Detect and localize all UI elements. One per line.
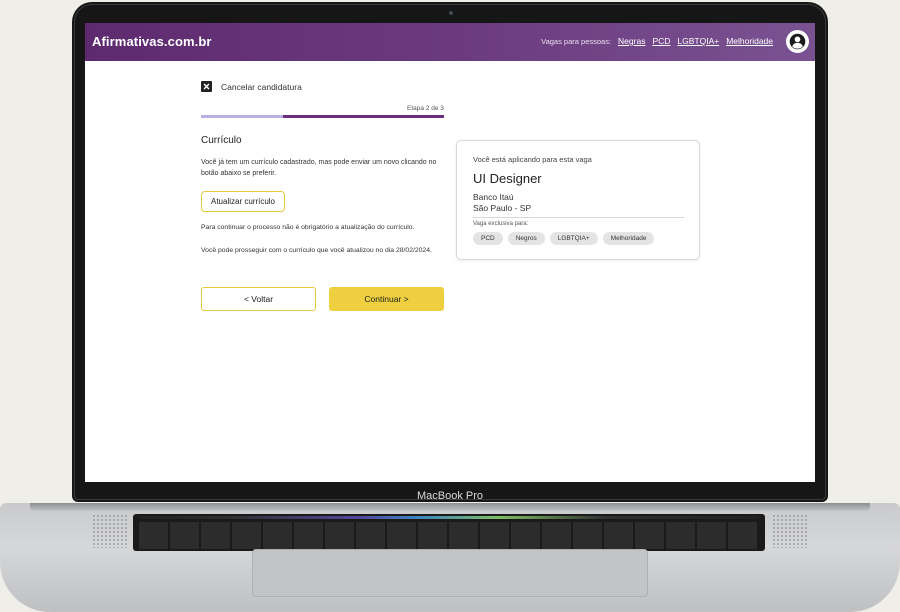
tag-list: PCD Negros LGBTQIA+ Melhoridade bbox=[473, 232, 655, 245]
update-resume-button[interactable]: Atualizar currículo bbox=[201, 191, 285, 212]
job-card: Você está aplicando para esta vaga UI De… bbox=[456, 140, 700, 260]
speaker-grille-right bbox=[772, 514, 808, 548]
progress-bar bbox=[201, 115, 444, 118]
step-indicator: Etapa 2 de 3 bbox=[407, 105, 444, 112]
webcam-icon bbox=[449, 11, 453, 15]
back-button[interactable]: < Voltar bbox=[201, 287, 316, 311]
section-description: Você já tem um currículo cadastrado, mas… bbox=[201, 159, 437, 177]
last-update-note: Você pode prosseguir com o currículo que… bbox=[201, 247, 432, 254]
job-location: São Paulo - SP bbox=[473, 203, 532, 213]
tag-negros: Negros bbox=[507, 232, 545, 245]
nav-link-melhoridade[interactable]: Melhoridade bbox=[726, 36, 773, 46]
user-silhouette-icon bbox=[789, 33, 806, 50]
cancel-application-link[interactable]: Cancelar candidatura bbox=[201, 81, 302, 92]
speaker-grille-left bbox=[92, 514, 128, 548]
tag-pcd: PCD bbox=[473, 232, 503, 245]
nav-link-negras[interactable]: Negras bbox=[618, 36, 645, 46]
exclusive-label: Vaga exclusiva para: bbox=[473, 221, 529, 227]
job-title: UI Designer bbox=[473, 171, 542, 186]
divider bbox=[473, 217, 684, 218]
optional-note: Para continuar o processo não é obrigató… bbox=[201, 224, 415, 231]
cancel-label: Cancelar candidatura bbox=[221, 81, 302, 92]
laptop-hinge bbox=[30, 503, 870, 511]
user-avatar-icon[interactable] bbox=[786, 30, 809, 53]
job-card-label: Você está aplicando para esta vaga bbox=[473, 155, 592, 164]
touch-bar bbox=[139, 516, 759, 519]
job-company: Banco Itaú bbox=[473, 192, 514, 202]
device-brand-label: MacBook Pro bbox=[416, 490, 484, 502]
keyboard-keys bbox=[139, 522, 759, 549]
nav-link-lgbtqia[interactable]: LGBTQIA+ bbox=[677, 36, 719, 46]
tag-lgbtqia: LGBTQIA+ bbox=[549, 232, 598, 245]
continue-button[interactable]: Continuar > bbox=[329, 287, 444, 311]
nav-label: Vagas para pessoas: bbox=[541, 36, 612, 46]
close-square-icon bbox=[201, 81, 212, 92]
progress-current-segment bbox=[283, 115, 444, 118]
screen: Afirmativas.com.br Vagas para pessoas: N… bbox=[85, 23, 815, 482]
keyboard bbox=[133, 514, 765, 551]
nav-link-pcd[interactable]: PCD bbox=[652, 36, 670, 46]
header-nav: Vagas para pessoas: Negras PCD LGBTQIA+ … bbox=[541, 36, 773, 46]
section-title: Currículo bbox=[201, 135, 242, 146]
trackpad bbox=[252, 549, 648, 597]
header-bar: Afirmativas.com.br Vagas para pessoas: N… bbox=[85, 23, 815, 61]
tag-melhoridade: Melhoridade bbox=[602, 232, 655, 245]
site-logo[interactable]: Afirmativas.com.br bbox=[92, 34, 212, 49]
